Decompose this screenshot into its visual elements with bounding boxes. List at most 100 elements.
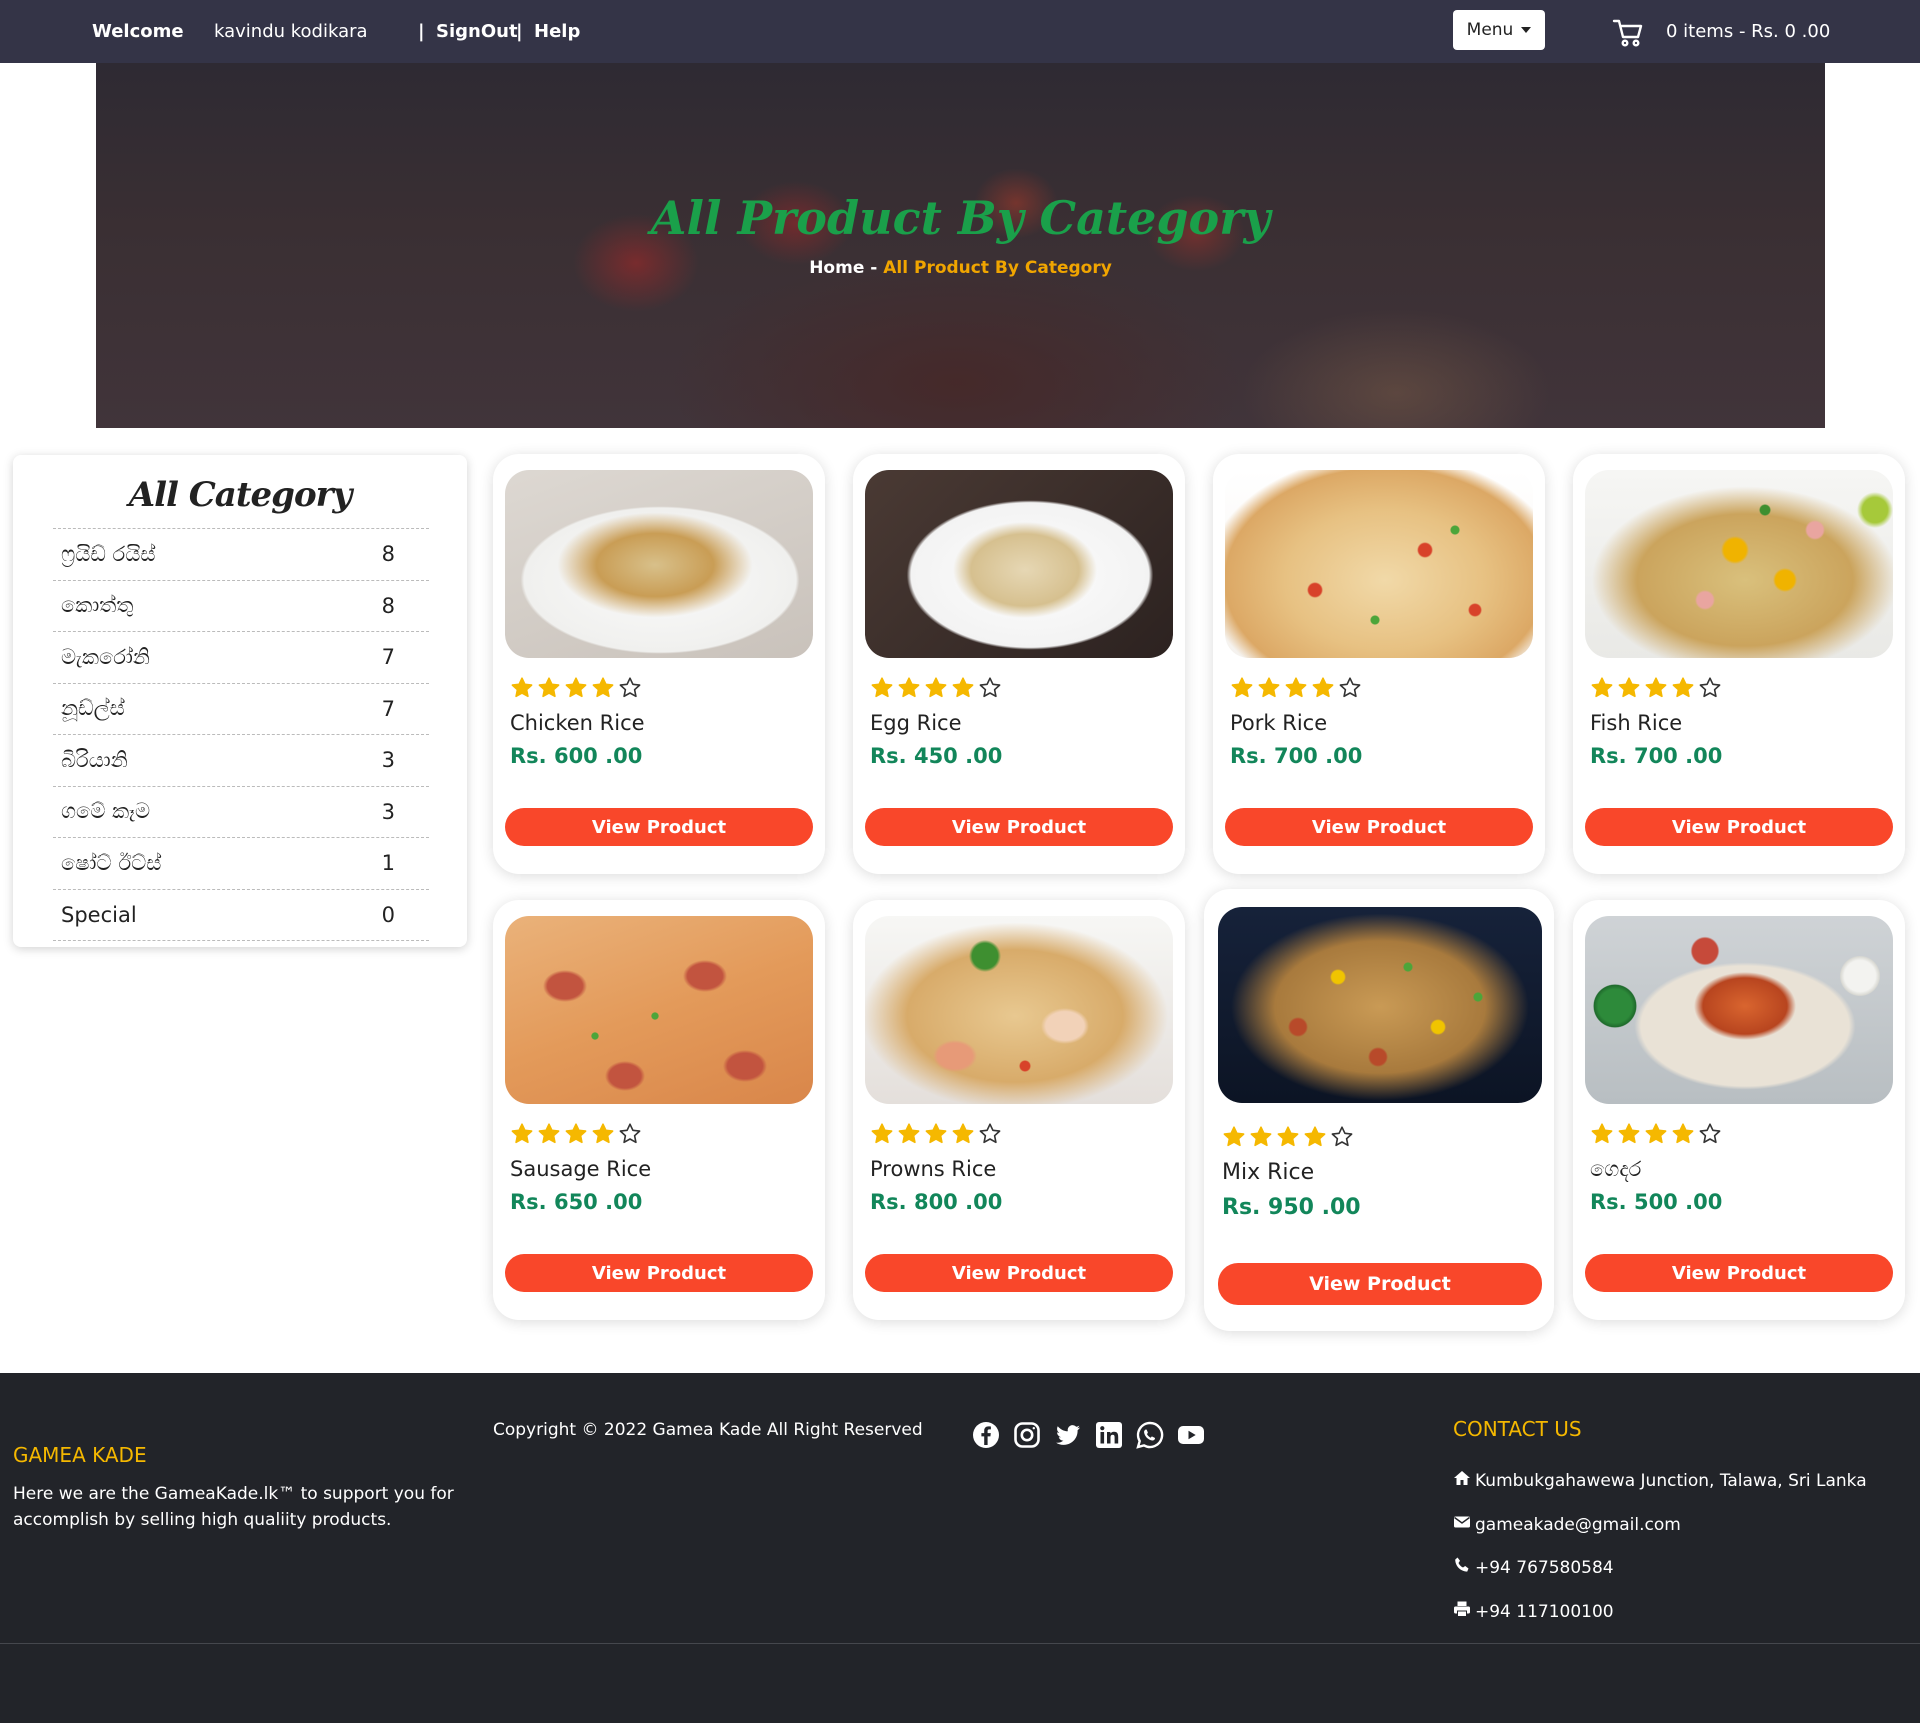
view-product-button[interactable]: View Product: [1225, 808, 1533, 846]
view-product-button[interactable]: View Product: [1585, 1254, 1893, 1292]
category-count: 0: [381, 902, 395, 927]
twitter-icon[interactable]: [1054, 1421, 1082, 1449]
category-item[interactable]: නූඩ්ල්ස් 7: [53, 684, 429, 735]
view-product-button[interactable]: View Product: [1218, 1263, 1542, 1305]
star-filled-icon: [1617, 676, 1641, 702]
category-item[interactable]: Special 0: [53, 890, 429, 941]
product-image[interactable]: [1585, 470, 1893, 658]
view-product-button[interactable]: View Product: [865, 1254, 1173, 1292]
star-filled-icon: [1257, 676, 1281, 702]
product-name: ගෙදර: [1590, 1157, 1642, 1181]
category-count: 7: [381, 645, 395, 670]
product-card: Chicken Rice Rs. 600 .00 View Product: [493, 454, 825, 874]
product-name: Chicken Rice: [510, 711, 645, 735]
email-text[interactable]: gameakade@gmail.com: [1475, 1515, 1681, 1535]
product-image[interactable]: [1585, 916, 1893, 1104]
breadcrumb-home[interactable]: Home: [809, 258, 864, 278]
star-filled-icon: [1671, 676, 1695, 702]
star-filled-icon: [951, 676, 975, 702]
star-filled-icon: [1644, 1122, 1668, 1148]
product-price: Rs. 500 .00: [1590, 1190, 1723, 1214]
category-item[interactable]: බිරියානි 3: [53, 735, 429, 787]
rating-stars: [870, 1122, 1002, 1148]
category-name: ෆ්‍රයිඩ් රයිස්: [61, 541, 156, 566]
product-name: Prowns Rice: [870, 1157, 997, 1181]
category-count: 3: [381, 799, 395, 824]
product-image[interactable]: [865, 916, 1173, 1104]
product-card: Pork Rice Rs. 700 .00 View Product: [1213, 454, 1545, 874]
category-count: 8: [381, 542, 395, 567]
contact-phone: +94 767580584: [1453, 1556, 1614, 1579]
printer-icon: [1453, 1600, 1471, 1623]
product-image[interactable]: [505, 916, 813, 1104]
youtube-icon[interactable]: [1177, 1421, 1205, 1449]
product-image[interactable]: [1218, 907, 1542, 1103]
product-image[interactable]: [1225, 470, 1533, 658]
star-filled-icon: [924, 676, 948, 702]
menu-dropdown-button[interactable]: Menu: [1453, 10, 1545, 50]
star-filled-icon: [1284, 676, 1308, 702]
product-name: Pork Rice: [1230, 711, 1328, 735]
whatsapp-icon[interactable]: [1136, 1421, 1164, 1449]
footer-brand: GAMEA KADE: [13, 1443, 147, 1467]
category-item[interactable]: ෂෝට් ඊට්ස් 1: [53, 838, 429, 890]
star-empty-icon: [978, 676, 1002, 702]
star-filled-icon: [1249, 1125, 1273, 1151]
star-empty-icon: [618, 1122, 642, 1148]
facebook-icon[interactable]: [972, 1421, 1000, 1449]
help-link[interactable]: Help: [534, 21, 580, 42]
product-name: Fish Rice: [1590, 711, 1683, 735]
rating-stars: [1590, 1122, 1722, 1148]
top-navbar: Welcome kavindu kodikara | SignOut | Hel…: [0, 0, 1920, 63]
star-filled-icon: [591, 1122, 615, 1148]
category-list: ෆ්‍රයිඩ් රයිස් 8 කොත්තු 8 මැකරෝනි 7 නූඩ්ල්ස…: [53, 528, 429, 941]
category-item[interactable]: කොත්තු 8: [53, 581, 429, 632]
nav-separator: |: [418, 21, 425, 42]
product-price: Rs. 650 .00: [510, 1190, 643, 1214]
category-item[interactable]: ගමේ කෑම 3: [53, 787, 429, 838]
sidebar-title: All Category: [128, 475, 353, 515]
product-price: Rs. 700 .00: [1230, 744, 1363, 768]
star-filled-icon: [870, 676, 894, 702]
product-image[interactable]: [505, 470, 813, 658]
category-count: 3: [381, 748, 395, 773]
breadcrumb-separator: -: [870, 258, 878, 278]
category-item[interactable]: මැකරෝනි 7: [53, 632, 429, 684]
cart-icon[interactable]: [1612, 18, 1644, 48]
view-product-button[interactable]: View Product: [865, 808, 1173, 846]
product-image[interactable]: [865, 470, 1173, 658]
footer-about: Here we are the GameaKade.lk™ to support…: [13, 1484, 454, 1530]
category-count: 7: [381, 696, 395, 721]
user-name[interactable]: kavindu kodikara: [214, 21, 368, 42]
star-filled-icon: [1617, 1122, 1641, 1148]
breadcrumb-current: All Product By Category: [883, 258, 1112, 278]
rating-stars: [510, 676, 642, 702]
product-name: Sausage Rice: [510, 1157, 652, 1181]
star-filled-icon: [537, 1122, 561, 1148]
star-filled-icon: [510, 676, 534, 702]
star-empty-icon: [618, 676, 642, 702]
rating-stars: [1230, 676, 1362, 702]
rating-stars: [1222, 1125, 1354, 1151]
category-item[interactable]: ෆ්‍රයිඩ් රයිස් 8: [53, 529, 429, 581]
cart-summary[interactable]: 0 items - Rs. 0 .00: [1666, 21, 1830, 42]
phone-text[interactable]: +94 767580584: [1475, 1558, 1614, 1578]
linkedin-icon[interactable]: [1095, 1421, 1123, 1449]
star-filled-icon: [510, 1122, 534, 1148]
address-text: Kumbukgahawewa Junction, Talawa, Sri Lan…: [1475, 1470, 1867, 1491]
contact-fax: +94 117100100: [1453, 1600, 1614, 1623]
view-product-button[interactable]: View Product: [1585, 808, 1893, 846]
phone-icon: [1453, 1556, 1471, 1579]
instagram-icon[interactable]: [1013, 1421, 1041, 1449]
rating-stars: [510, 1122, 642, 1148]
contact-title: CONTACT US: [1453, 1417, 1582, 1441]
product-name: Egg Rice: [870, 711, 962, 735]
star-filled-icon: [591, 676, 615, 702]
site-footer: GAMEA KADE Here we are the GameaKade.lk™…: [0, 1373, 1920, 1723]
view-product-button[interactable]: View Product: [505, 1254, 813, 1292]
category-name: නූඩ්ල්ස්: [61, 696, 125, 721]
view-product-button[interactable]: View Product: [505, 808, 813, 846]
signout-link[interactable]: SignOut: [436, 21, 518, 42]
star-filled-icon: [924, 1122, 948, 1148]
contact-address: Kumbukgahawewa Junction, Talawa, Sri Lan…: [1453, 1469, 1867, 1492]
